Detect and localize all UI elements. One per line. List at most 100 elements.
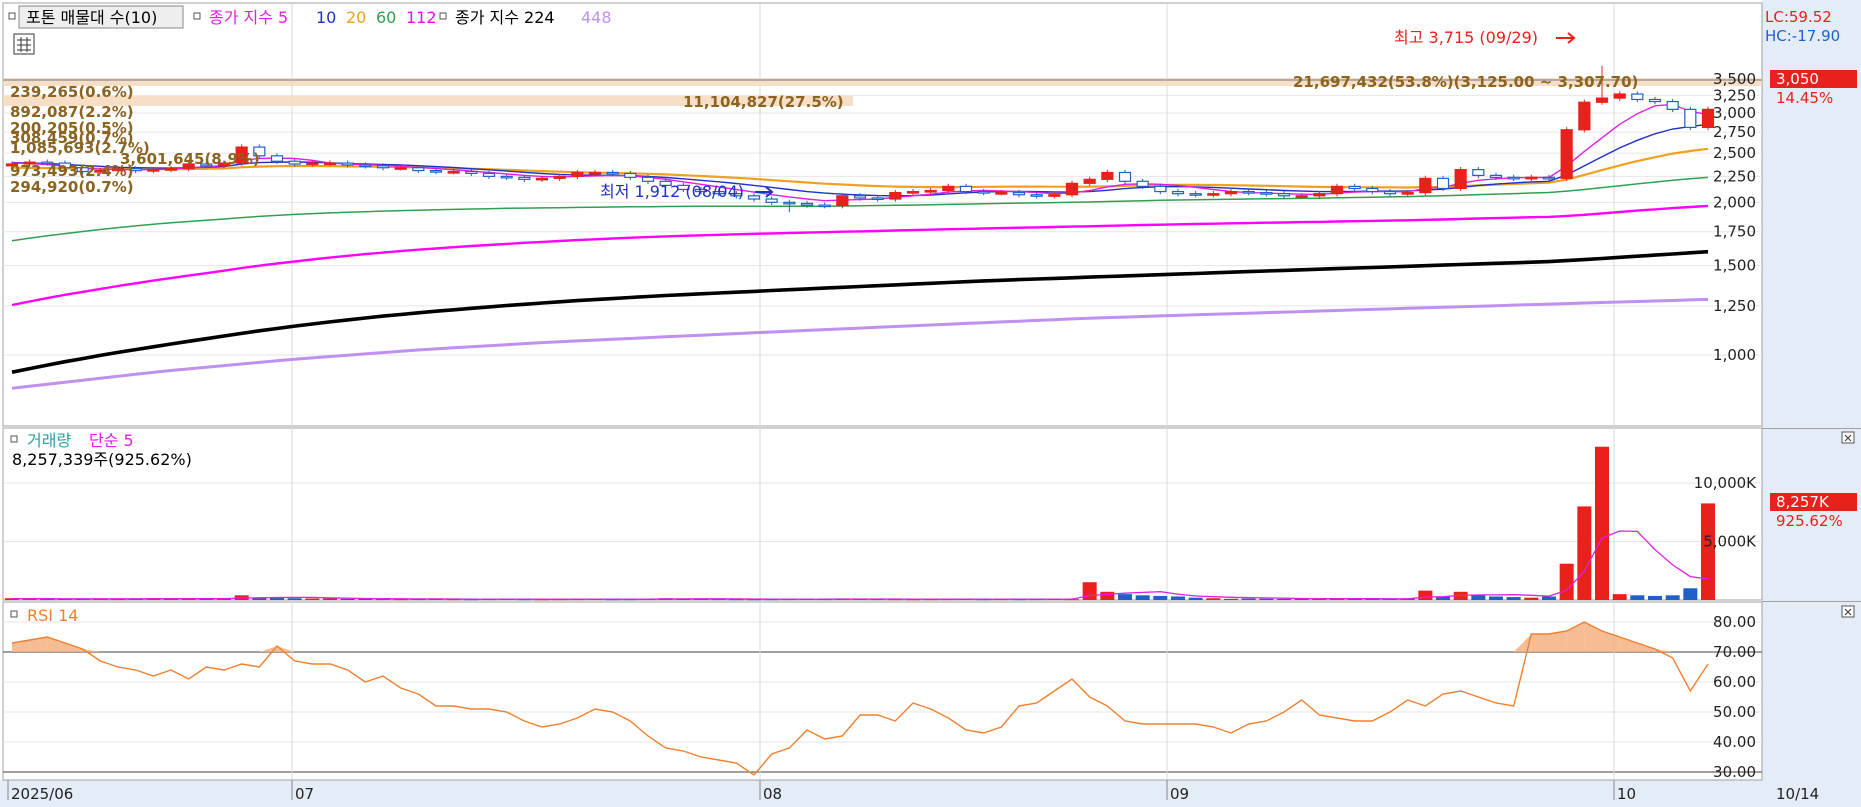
- candle-body[interactable]: [906, 190, 920, 194]
- candle-body[interactable]: [1472, 169, 1485, 176]
- candle-body[interactable]: [1419, 177, 1432, 194]
- volume-bar[interactable]: [1648, 595, 1662, 600]
- candle-body[interactable]: [1012, 192, 1026, 196]
- candle-body[interactable]: [853, 195, 867, 199]
- volume-bar[interactable]: [1188, 597, 1203, 600]
- volume-bar[interactable]: [1082, 582, 1097, 600]
- candle-body[interactable]: [1436, 177, 1450, 190]
- candle-body[interactable]: [1277, 193, 1291, 197]
- candle-body[interactable]: [1454, 169, 1467, 190]
- candle-body[interactable]: [1525, 176, 1538, 180]
- volume-bar[interactable]: [1277, 598, 1291, 600]
- candle-body[interactable]: [1242, 190, 1255, 194]
- candle-body[interactable]: [1648, 98, 1662, 103]
- candle-body[interactable]: [1666, 100, 1679, 110]
- candle-body[interactable]: [1101, 171, 1114, 180]
- candle-body[interactable]: [270, 155, 284, 162]
- candle-body[interactable]: [836, 195, 849, 207]
- volume-bar[interactable]: [1701, 503, 1715, 600]
- candle-body[interactable]: [1507, 176, 1520, 180]
- candle-body[interactable]: [1330, 185, 1344, 195]
- volume-bar[interactable]: [1559, 563, 1574, 600]
- volume-bar[interactable]: [1118, 594, 1132, 600]
- candle-body[interactable]: [765, 198, 778, 203]
- volume-bar[interactable]: [1135, 595, 1150, 600]
- volume-bar[interactable]: [1542, 596, 1556, 600]
- candle-body[interactable]: [783, 201, 796, 205]
- candle-body[interactable]: [959, 185, 973, 193]
- candle-body[interactable]: [1171, 190, 1185, 195]
- ma-legend-448[interactable]: 448: [581, 8, 612, 27]
- rsi-title[interactable]: RSI 14: [27, 606, 78, 625]
- candle-body[interactable]: [818, 204, 831, 208]
- candle-body[interactable]: [482, 172, 496, 177]
- candle-body[interactable]: [1348, 185, 1361, 190]
- volume-title[interactable]: 거래량: [27, 431, 71, 450]
- volume-bar[interactable]: [1100, 591, 1115, 600]
- volume-bar[interactable]: [1489, 596, 1503, 600]
- candle-body[interactable]: [1030, 194, 1043, 197]
- candle-body[interactable]: [1613, 93, 1626, 99]
- candle-body[interactable]: [588, 171, 602, 175]
- candle-body[interactable]: [624, 172, 637, 178]
- ma-legend-5[interactable]: 종가 지수 5: [209, 8, 288, 27]
- candle-body[interactable]: [1260, 192, 1273, 195]
- candle-body[interactable]: [1295, 195, 1308, 198]
- candle-body[interactable]: [924, 189, 937, 193]
- candle-body[interactable]: [1401, 192, 1414, 195]
- candle-body[interactable]: [323, 162, 337, 166]
- candle-body[interactable]: [1560, 129, 1573, 179]
- volume-bar[interactable]: [1171, 596, 1185, 600]
- candle-body[interactable]: [376, 165, 390, 169]
- volume-bar[interactable]: [340, 598, 355, 600]
- volume-bar[interactable]: [287, 598, 302, 600]
- candle-body[interactable]: [1154, 185, 1167, 193]
- candle-body[interactable]: [1366, 187, 1379, 193]
- candle-body[interactable]: [1542, 176, 1556, 180]
- candle-body[interactable]: [288, 160, 301, 165]
- volume-bar[interactable]: [1595, 446, 1609, 600]
- candle-body[interactable]: [1489, 174, 1503, 178]
- candle-body[interactable]: [1083, 178, 1096, 184]
- candle-body[interactable]: [535, 177, 549, 181]
- volume-bar[interactable]: [1206, 598, 1221, 600]
- candle-body[interactable]: [553, 175, 566, 179]
- candle-body[interactable]: [359, 164, 372, 168]
- volume-bar[interactable]: [1259, 598, 1274, 600]
- volume-bar[interactable]: [1418, 590, 1433, 600]
- candle-body[interactable]: [1118, 171, 1132, 182]
- volume-bar[interactable]: [1241, 598, 1256, 600]
- candle-body[interactable]: [447, 170, 460, 174]
- stock-chart[interactable]: 1,000 1,250 1,500 1,750 2,000 2,250 2,500 2,750…: [0, 0, 1861, 807]
- volume-bar[interactable]: [1577, 506, 1592, 600]
- candle-body[interactable]: [1048, 194, 1061, 197]
- volume-bar[interactable]: [1524, 597, 1539, 600]
- candle-body[interactable]: [942, 185, 955, 192]
- candle-body[interactable]: [341, 162, 354, 166]
- grid-settings-icon[interactable]: [13, 33, 35, 55]
- candle-body[interactable]: [1065, 182, 1079, 196]
- candle-body[interactable]: [1595, 97, 1609, 103]
- candle-body[interactable]: [800, 202, 814, 206]
- candle-body[interactable]: [641, 176, 655, 182]
- candle-body[interactable]: [429, 169, 443, 173]
- candle-body[interactable]: [747, 195, 761, 200]
- ma-legend-10[interactable]: 10: [316, 8, 336, 27]
- volume-bar[interactable]: [1665, 595, 1680, 600]
- candle-body[interactable]: [571, 171, 584, 177]
- candle-body[interactable]: [995, 192, 1008, 195]
- volume-bar[interactable]: [1612, 594, 1627, 600]
- volume-bar[interactable]: [1683, 588, 1698, 600]
- candle-body[interactable]: [412, 167, 425, 172]
- volume-bar[interactable]: [1224, 598, 1238, 600]
- candle-body[interactable]: [871, 197, 884, 201]
- ma-legend-112[interactable]: 112: [406, 8, 437, 27]
- candle-body[interactable]: [889, 192, 902, 200]
- candle-body[interactable]: [1189, 193, 1202, 196]
- volume-bar[interactable]: [305, 598, 320, 600]
- candle-body[interactable]: [465, 170, 478, 175]
- ma-legend-60[interactable]: 60: [376, 8, 396, 27]
- volume-bar[interactable]: [1506, 597, 1521, 600]
- candle-body[interactable]: [977, 190, 990, 194]
- volume-bar[interactable]: [1630, 595, 1645, 600]
